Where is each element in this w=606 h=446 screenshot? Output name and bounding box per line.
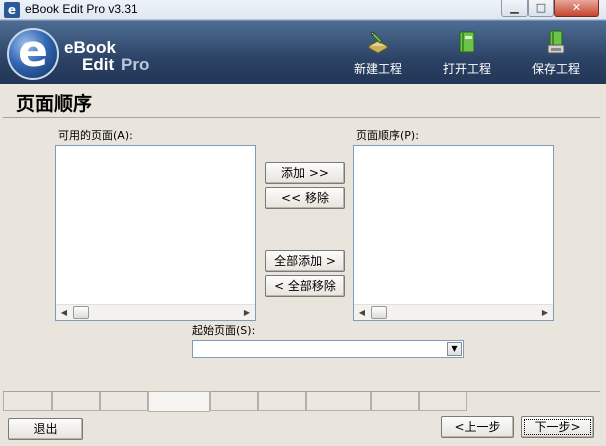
open-project-label: 打开工程 <box>442 62 491 76</box>
step-tab[interactable] <box>3 392 52 411</box>
step-tab[interactable] <box>306 392 371 411</box>
page-title: 页面顺序 <box>16 93 93 115</box>
save-project-icon <box>547 30 565 54</box>
remove-button[interactable]: << 移除 <box>265 187 345 209</box>
scroll-right-icon[interactable]: ▶ <box>239 305 255 320</box>
scroll-left-icon[interactable]: ◀ <box>354 305 370 320</box>
available-pages-list[interactable]: ◀ ▶ <box>55 145 256 321</box>
previous-step-button[interactable]: <上一步 <box>441 416 514 438</box>
open-project-button[interactable]: 打开工程 <box>432 29 502 83</box>
app-icon: e <box>4 2 20 18</box>
scroll-thumb[interactable] <box>73 306 89 319</box>
remove-all-button[interactable]: < 全部移除 <box>265 275 345 297</box>
available-pages-items[interactable] <box>56 146 255 304</box>
chevron-down-icon[interactable]: ▼ <box>447 342 462 356</box>
new-project-icon <box>367 31 389 54</box>
new-project-label: 新建工程 <box>353 62 402 76</box>
page-order-hscroll[interactable]: ◀ ▶ <box>354 304 553 320</box>
window-title-bar[interactable]: e eBook Edit Pro v3.31 ▁ □ ✕ <box>0 0 606 20</box>
exit-button[interactable]: 退出 <box>8 418 83 440</box>
logo-word-pro: Pro <box>121 55 150 74</box>
add-button[interactable]: 添加 >> <box>265 162 345 184</box>
step-tab[interactable] <box>371 392 419 411</box>
page-order-list[interactable]: ◀ ▶ <box>353 145 554 321</box>
start-page-label: 起始页面(S): <box>192 324 256 337</box>
window-title: eBook Edit Pro v3.31 <box>25 2 138 16</box>
minimize-button[interactable]: ▁ <box>501 0 528 17</box>
close-button[interactable]: ✕ <box>554 0 599 17</box>
step-tab[interactable] <box>258 392 306 411</box>
logo-icon: e <box>7 28 59 80</box>
scroll-right-icon[interactable]: ▶ <box>537 305 553 320</box>
open-project-icon <box>459 31 475 53</box>
start-page-select[interactable]: ▼ <box>192 340 464 358</box>
step-tab-strip <box>3 391 600 412</box>
scroll-thumb[interactable] <box>371 306 387 319</box>
save-project-label: 保存工程 <box>531 62 580 76</box>
next-step-button[interactable]: 下一步> <box>521 416 594 438</box>
page-order-label: 页面顺序(P): <box>356 129 419 142</box>
page-order-items[interactable] <box>354 146 553 304</box>
save-project-button[interactable]: 保存工程 <box>521 29 591 83</box>
header-banner: e eBook Edit Pro 新建工程 打开工程 保存工程 <box>0 20 606 84</box>
step-tab[interactable] <box>210 392 258 411</box>
step-tab-active[interactable] <box>148 391 210 412</box>
new-project-button[interactable]: 新建工程 <box>343 29 413 83</box>
available-pages-label: 可用的页面(A): <box>58 129 133 142</box>
step-tab[interactable] <box>419 392 467 411</box>
logo-word-edit: Edit <box>82 55 115 74</box>
step-tab[interactable] <box>52 392 100 411</box>
available-pages-hscroll[interactable]: ◀ ▶ <box>56 304 255 320</box>
scroll-left-icon[interactable]: ◀ <box>56 305 72 320</box>
maximize-button[interactable]: □ <box>528 0 554 17</box>
step-tab[interactable] <box>100 392 148 411</box>
add-all-button[interactable]: 全部添加 > <box>265 250 345 272</box>
